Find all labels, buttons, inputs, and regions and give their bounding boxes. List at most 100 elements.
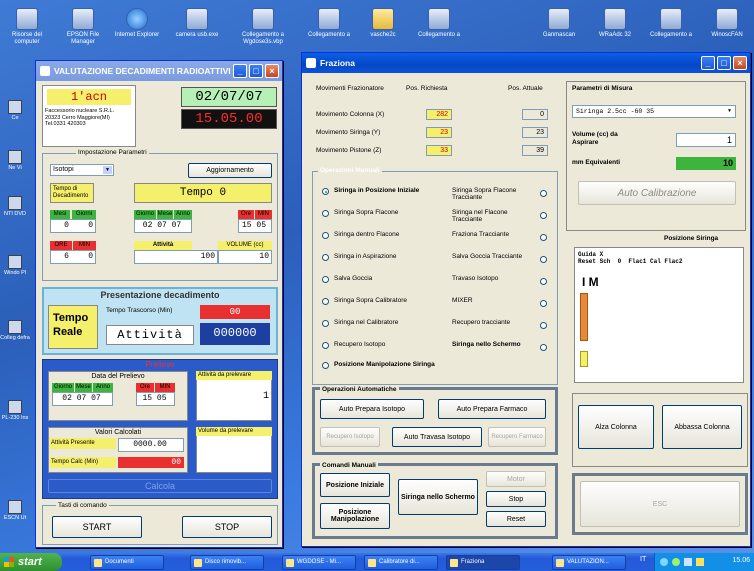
req-x-field[interactable]: 282 [426, 109, 452, 120]
valutazione-titlebar[interactable]: VALUTAZIONE DECADIMENTI RADIOATTIVI _ □ … [36, 61, 282, 81]
esc-button[interactable]: ESC [580, 481, 740, 527]
siringa-nello-schermo-button[interactable]: Siringa nello Schermo [398, 479, 478, 515]
desktop-icon-collegamento-3[interactable]: Collegamento a [644, 8, 698, 39]
radio-right-op[interactable] [540, 190, 547, 197]
desktop-icon-collegamento-2[interactable]: Collegamento a [412, 8, 466, 39]
shortcut-icon [8, 500, 22, 514]
network-icon[interactable] [696, 558, 704, 566]
radio-right-op[interactable] [540, 344, 547, 351]
minimize-button[interactable]: _ [701, 56, 715, 70]
taskbar-item-calibratore[interactable]: Calibratore di... [364, 555, 438, 570]
desktop-icon-wraadc[interactable]: WRaAdc 32 [588, 8, 642, 39]
taskbar-item-documenti[interactable]: Documenti [90, 555, 164, 570]
prelievo-date-field[interactable]: 02 07 07 [52, 392, 113, 406]
auto-prepara-isotopo-button[interactable]: Auto Prepara Isotopo [320, 399, 424, 419]
req-z-field[interactable]: 33 [426, 145, 452, 156]
left-icon-7[interactable]: ESCN Ut [0, 500, 30, 521]
desktop-icon-camera[interactable]: camera usb.exe [170, 8, 224, 39]
header-giorno: Giorno [134, 210, 156, 219]
posizione-manipolazione-button[interactable]: Posizione Manipolazione [320, 503, 390, 529]
abbassa-colonna-button[interactable]: Abbassa Colonna [662, 405, 742, 449]
left-icon-3[interactable]: NTI DVD [0, 196, 30, 217]
recupero-farmaco-button[interactable]: Recupero Farmaco [488, 427, 546, 447]
left-icon-2[interactable]: Ne Vi [0, 150, 30, 171]
giorno-mese-anno-field[interactable]: 02 07 07 [134, 219, 192, 233]
volume-input[interactable]: 1 [676, 133, 736, 147]
posizione-iniziale-button[interactable]: Posizione Iniziale [320, 473, 390, 497]
desktop-icon-ganmascan[interactable]: Ganmascan [532, 8, 586, 39]
language-indicator[interactable]: IT [640, 556, 646, 563]
taskbar-item-disco[interactable]: Disco rimovib... [190, 555, 264, 570]
desktop-icon-vasche[interactable]: vasche2c [356, 8, 410, 39]
maximize-button[interactable]: □ [717, 56, 731, 70]
alza-colonna-button[interactable]: Alza Colonna [578, 405, 654, 449]
radio-right-op[interactable] [540, 322, 547, 329]
prelievo-time-field[interactable]: 15 05 [136, 392, 175, 406]
left-icon-5[interactable]: Colleg defra [0, 320, 30, 341]
left-icon-1[interactable]: Ce [0, 100, 30, 121]
siringa-select[interactable]: Siringa 2.5cc -60 35 ▼ [572, 105, 736, 118]
tray-icon[interactable] [660, 558, 668, 566]
radio-left-op[interactable] [322, 232, 329, 239]
desktop-icon-collegamento-1[interactable]: Collegamento a [302, 8, 356, 39]
start-button[interactable]: START [52, 516, 142, 538]
minimize-button[interactable]: _ [233, 64, 247, 78]
taskbar-item-valutazione[interactable]: VALUTAZION... [552, 555, 626, 570]
tray-icon[interactable] [672, 558, 680, 566]
mesi-field[interactable]: 0 0 [50, 219, 96, 233]
radio-right-op[interactable] [540, 234, 547, 241]
motor-button[interactable]: Motor [486, 471, 546, 487]
radio-left-op[interactable] [322, 210, 329, 217]
isotopo-select[interactable]: Isotopi ▼ [50, 164, 114, 176]
desktop-icon-computer[interactable]: Risorse del computer [0, 8, 54, 46]
radio-left-op[interactable] [322, 342, 329, 349]
radio-left-op[interactable] [322, 320, 329, 327]
radio-left-op[interactable] [322, 298, 329, 305]
taskbar-item-fraziona[interactable]: Fraziona [446, 555, 520, 570]
close-button[interactable]: × [733, 56, 747, 70]
desktop-icon-winoscfan[interactable]: WinoscFAN [700, 8, 754, 39]
left-op-label: Siringa in Posizione Iniziale [334, 187, 420, 194]
desktop-icon-ie[interactable]: Internet Explorer [110, 8, 164, 39]
stop-button[interactable]: STOP [182, 516, 272, 538]
auto-calibrazione-button[interactable]: Auto Calibrazione [578, 181, 736, 205]
radio-left-op[interactable] [322, 188, 329, 195]
chevron-down-icon[interactable]: ▼ [725, 107, 734, 116]
close-button[interactable]: × [265, 64, 279, 78]
volume-field[interactable]: 10 [218, 250, 272, 264]
attivita-field[interactable]: 100 [134, 250, 218, 264]
aggiornamento-button[interactable]: Aggiornamento [188, 163, 272, 178]
radio-left-op[interactable] [322, 254, 329, 261]
desktop-icon-epson[interactable]: EPSON File Manager [56, 8, 110, 46]
maximize-button[interactable]: □ [249, 64, 263, 78]
left-icon-6[interactable]: PL-230 Ins [0, 400, 30, 421]
header-min: MIN [255, 210, 272, 219]
recupero-isotopo-button[interactable]: Recupero Isotopo [320, 427, 380, 447]
left-icon-4[interactable]: Windo Pl [0, 255, 30, 276]
header-ore2: ORE [50, 241, 72, 250]
start-button[interactable]: start [0, 553, 62, 571]
desktop-icon-wgdose[interactable]: Collegamento a Wgdose3s.vbp [236, 8, 290, 46]
right-op-label: Travaso Isotopo [452, 275, 499, 282]
radio-left-op[interactable] [322, 362, 329, 369]
radio-right-op[interactable] [540, 278, 547, 285]
chevron-down-icon[interactable]: ▼ [103, 166, 112, 174]
radio-left-op[interactable] [322, 276, 329, 283]
taskbar-item-wgdose[interactable]: WGDOSE - Mi... [282, 555, 356, 570]
right-op-label: Siringa nello Schermo [452, 341, 521, 348]
shortcut-icon [8, 150, 22, 164]
app-icon [604, 8, 626, 30]
radio-right-op[interactable] [540, 256, 547, 263]
volume-icon[interactable] [684, 558, 692, 566]
auto-travasa-isotopo-button[interactable]: Auto Travasa Isotopo [392, 427, 482, 447]
stop-button[interactable]: Stop [486, 491, 546, 507]
req-y-field[interactable]: 23 [426, 127, 452, 138]
radio-right-op[interactable] [540, 212, 547, 219]
reset-button[interactable]: Reset [486, 511, 546, 527]
auto-prepara-farmaco-button[interactable]: Auto Prepara Farmaco [438, 399, 546, 419]
ore2-min2-field[interactable]: 6 0 [50, 250, 96, 264]
calcola-button[interactable]: Calcola [48, 479, 272, 493]
fraziona-titlebar[interactable]: Fraziona _ □ × [302, 53, 750, 73]
radio-right-op[interactable] [540, 300, 547, 307]
ore-min-field[interactable]: 15 05 [238, 219, 272, 233]
